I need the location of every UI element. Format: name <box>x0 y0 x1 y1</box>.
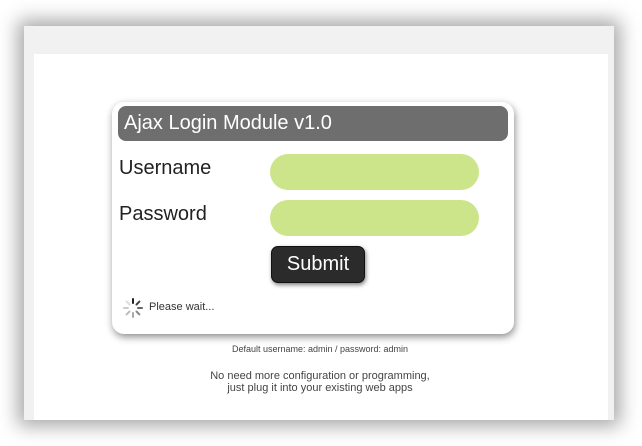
spinner-icon <box>122 297 144 319</box>
username-input[interactable] <box>270 154 479 190</box>
status-text: Please wait... <box>149 301 215 313</box>
tagline-line-1: No need more configuration or programmin… <box>210 370 430 382</box>
tagline: No need more configuration or programmin… <box>170 370 470 394</box>
login-title: Ajax Login Module v1.0 <box>118 106 508 141</box>
password-input[interactable] <box>270 200 479 236</box>
default-credentials-hint: Default username: admin / password: admi… <box>231 344 409 354</box>
username-label: Username <box>119 157 212 179</box>
submit-button[interactable]: Submit <box>271 246 365 283</box>
password-label: Password <box>119 203 207 225</box>
tagline-line-2: just plug it into your existing web apps <box>227 382 413 394</box>
